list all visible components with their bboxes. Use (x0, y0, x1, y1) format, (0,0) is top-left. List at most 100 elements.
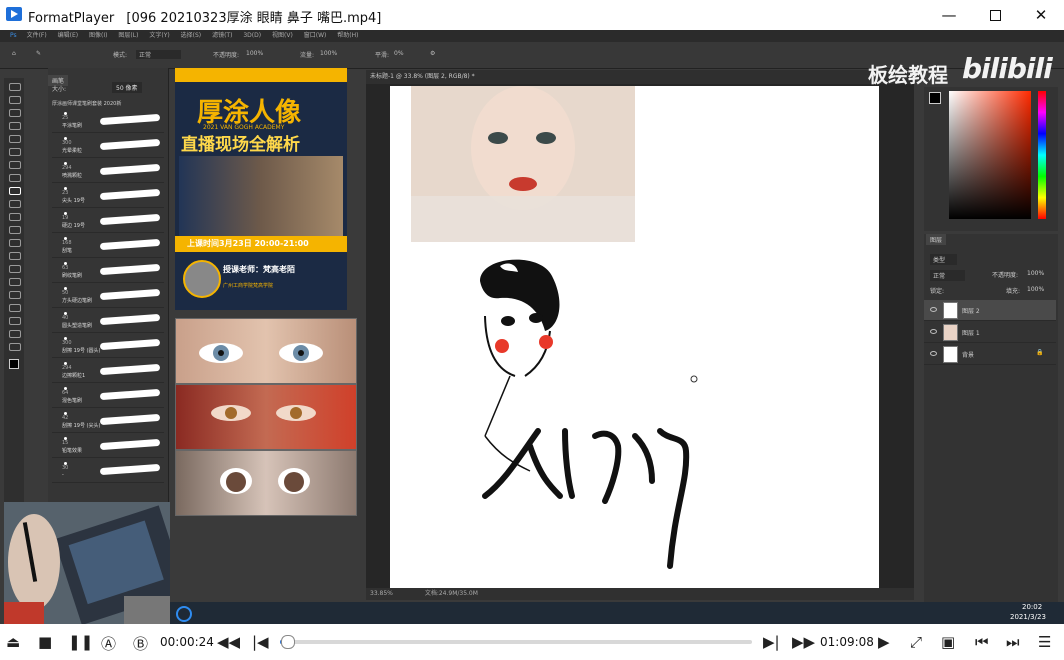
brush-size: 40 (62, 315, 69, 321)
brush-preset[interactable]: 294 边擦颗粒1 (52, 360, 164, 383)
ab-repeat-a-button[interactable]: Ⓐ (101, 633, 116, 654)
brush-stroke-preview (99, 338, 161, 351)
previous-frame-icon[interactable]: |◀ (252, 633, 269, 651)
brush-tool-icon: ✎ (36, 50, 42, 57)
ps-menu-window: 窗口(W) (303, 32, 327, 39)
brush-preset[interactable]: 63 刷纹笔刷 (52, 260, 164, 283)
pen-tool-icon (9, 278, 21, 286)
type-tool-icon (9, 291, 21, 299)
ps-menu-help: 帮助(H) (337, 32, 359, 39)
close-icon: ✕ (1034, 6, 1048, 24)
brush-preset[interactable]: 300 刮擦 19号 (圆头) (52, 335, 164, 358)
watermark-text: 板绘教程 (868, 63, 948, 87)
fill-value[interactable]: 100% (1027, 286, 1044, 293)
layer-row-1[interactable]: 图层 1 (924, 322, 1056, 343)
visibility-eye-icon[interactable] (930, 351, 937, 356)
poster-teacher: 授课老师：梵高老陌 (223, 265, 295, 274)
brush-preset[interactable]: 19 硬边 19号 (52, 210, 164, 233)
blend-mode-select[interactable]: 正常 (930, 270, 966, 281)
brush-preset[interactable]: 294 喷溅颗粒 (52, 160, 164, 183)
eject-icon[interactable]: ⏏ (6, 633, 20, 651)
fast-forward-icon[interactable]: ▶▶ (792, 633, 815, 651)
seek-bar[interactable] (280, 635, 752, 649)
seek-handle[interactable] (280, 635, 295, 649)
brush-size: 300 (62, 340, 72, 346)
previous-file-icon[interactable]: ⏮ (975, 633, 989, 651)
zoom-tool-icon (9, 343, 21, 351)
doll-eyes-reference (175, 450, 357, 516)
brush-size: 23 (62, 190, 69, 196)
poster-footer: 广州工商学院梵高学院 (223, 283, 274, 289)
brush-stroke-preview (99, 313, 161, 326)
next-file-icon[interactable]: ⏭ (1006, 633, 1020, 651)
layer-filter[interactable]: 类型 (930, 254, 958, 265)
brush-size: 19 (62, 215, 69, 221)
pause-icon[interactable]: ❚❚ (68, 633, 93, 651)
visibility-eye-icon[interactable] (930, 329, 937, 334)
artboard[interactable] (390, 86, 879, 588)
zoom-status: 33.85% (370, 590, 393, 597)
fullscreen-icon[interactable]: ⤢ (910, 633, 922, 651)
brush-name: 刮笔 (62, 248, 73, 254)
minimize-button[interactable]: — (926, 0, 972, 30)
video-frame[interactable]: Ps 文件(F) 编辑(E) 图像(I) 图层(L) 文字(Y) 选择(S) 滤… (0, 30, 1064, 624)
blue-eyes-reference (175, 318, 357, 384)
total-time: 01:09:08 (820, 635, 874, 649)
brush-name: 刮擦 19号 (尖头) (62, 423, 101, 429)
hue-slider[interactable] (1038, 91, 1046, 219)
brush-size: 25 (62, 115, 69, 121)
brush-panel: 画笔 大小: 50 像素 厚涂画师课堂笔刷套装 2020新 25 平涂笔刷 300 光… (48, 68, 169, 538)
layer-thumbnail (943, 346, 958, 363)
ps-menu-file: 文件(F) (26, 32, 47, 39)
brush-preset[interactable]: 300 光晕柔粒 (52, 135, 164, 158)
stop-icon[interactable]: ■ (38, 633, 52, 651)
brush-preset[interactable]: 30- (52, 460, 164, 483)
teacher-avatar (183, 260, 221, 298)
close-button[interactable]: ✕ (1018, 0, 1064, 30)
brush-size: 42 (62, 415, 69, 421)
ps-menu-type: 文字(Y) (149, 32, 170, 39)
opacity-label: 不透明度: (213, 52, 240, 59)
brush-stroke-preview (99, 188, 161, 201)
hand-tool-icon (9, 330, 21, 338)
rewind-icon[interactable]: ◀◀ (217, 633, 240, 651)
brush-preset[interactable]: 64 混色笔刷 (52, 385, 164, 408)
ps-menu-filter: 滤镜(T) (212, 32, 233, 39)
visibility-eye-icon[interactable] (930, 307, 937, 312)
maximize-button[interactable] (972, 0, 1018, 30)
brush-preset[interactable]: 25 平涂笔刷 (52, 110, 164, 133)
screenshot-icon[interactable]: ▣ (941, 633, 955, 651)
playlist-icon[interactable]: ☰ (1038, 633, 1051, 651)
brush-preset[interactable]: 15 铅笔效果 (52, 435, 164, 458)
layer-row-2[interactable]: 图层 2 (924, 300, 1056, 321)
gradient-tool-icon (9, 239, 21, 247)
ps-menu-select: 选择(S) (180, 32, 202, 39)
brush-preset[interactable]: 42 刮擦 19号 (尖头) (52, 410, 164, 433)
document-tab[interactable]: 未标题-1 @ 33.8% (图层 2, RGB/8) * (366, 70, 914, 84)
brush-preset[interactable]: 23 尖头 19号 (52, 185, 164, 208)
mode-value: 正常 (136, 50, 182, 59)
ps-menu-3d: 3D(D) (243, 32, 262, 39)
brush-preset[interactable]: 40 圆头塑造笔刷 (52, 310, 164, 333)
brush-preset[interactable]: 168 刮笔 (52, 235, 164, 258)
brush-stroke-preview (99, 413, 161, 426)
saturation-field[interactable] (949, 91, 1031, 219)
ps-menu-view: 视图(V) (272, 32, 293, 39)
brush-stroke-preview (99, 113, 161, 126)
frame-tool-icon (9, 148, 21, 156)
brush-preset[interactable]: 50 方头硬边笔刷 (52, 285, 164, 308)
title-bar: FormatPlayer [096 20210323厚涂 眼睛 鼻子 嘴巴.mp… (0, 0, 1064, 30)
brush-name: 尖头 19号 (62, 198, 85, 204)
brush-group-name: 厚涂画师课堂笔刷套装 2020新 (52, 101, 122, 107)
ab-repeat-b-button[interactable]: Ⓑ (133, 633, 148, 654)
reference-images: 厚涂人像 2021 VAN GOGH ACADEMY 直播现场全解析 上课时间3… (175, 68, 357, 548)
smooth-value: 0% (394, 50, 404, 57)
smooth-label: 平滑: (375, 52, 390, 59)
brush-tool-active-icon (9, 187, 21, 195)
next-frame-icon[interactable]: ▶| (763, 633, 780, 651)
layer-row-background[interactable]: 背景 🔒 (924, 344, 1056, 365)
play-icon[interactable]: ▶ (878, 633, 890, 651)
poster-title-2: 直播现场全解析 (181, 135, 300, 155)
layer-opacity-value[interactable]: 100% (1027, 270, 1044, 277)
crop-tool-icon (9, 135, 21, 143)
